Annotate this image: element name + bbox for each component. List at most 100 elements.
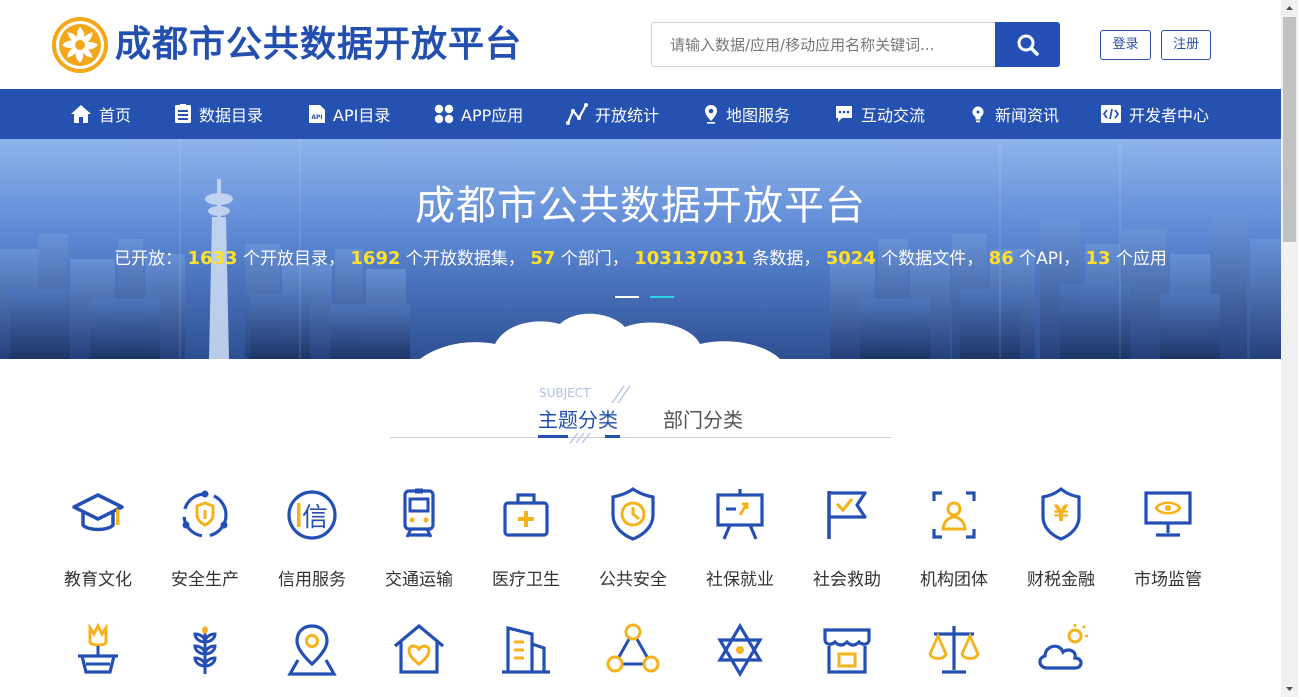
nav-item-label: 开发者中心 [1129, 106, 1210, 125]
nav-item-developer[interactable]: 开发者中心 [1100, 89, 1209, 139]
nav-item-interaction[interactable]: 互动交流 [834, 89, 925, 139]
flag-icon [827, 491, 867, 539]
yen-shield-icon: ¥ [1041, 487, 1081, 541]
stat-dataset-count: 1692 [350, 248, 401, 269]
stat-record-count: 103137031 [634, 248, 747, 269]
category-row2-item[interactable] [157, 622, 253, 678]
carousel-dot-2[interactable] [650, 296, 674, 298]
category-public-security[interactable]: 公共安全 [585, 487, 681, 590]
stat-suffix: 个开放目录， [243, 249, 345, 269]
slash-decoration-icon [611, 385, 631, 404]
presentation-board-icon [716, 489, 764, 540]
stats-prefix: 已开放： [114, 249, 183, 269]
category-row2-item[interactable] [799, 622, 895, 678]
category-credit-service[interactable]: 信 信用服务 [264, 487, 360, 590]
category-institutions-groups[interactable]: 机构团体 [906, 487, 1002, 590]
search-button[interactable] [995, 22, 1060, 67]
triangle-nodes-icon [606, 623, 660, 673]
banner-stats: 已开放： 1633 个开放目录， 1692 个开放数据集， 57 个部门， 10… [0, 244, 1281, 269]
category-row2-item[interactable] [692, 622, 788, 678]
vertical-scrollbar[interactable] [1281, 0, 1298, 697]
nav-item-label: API目录 [333, 106, 391, 125]
nav-item-label: 首页 [99, 106, 132, 125]
scroll-down-arrow-icon[interactable] [1281, 680, 1298, 697]
svg-text:¥: ¥ [1053, 502, 1069, 527]
category-row2-item[interactable] [50, 622, 146, 678]
monitor-eye-icon [1144, 491, 1192, 537]
stat-file-count: 5024 [825, 248, 876, 269]
category-work-safety[interactable]: 安全生产 [157, 487, 253, 590]
category-label: 医疗卫生 [492, 570, 560, 590]
search-input[interactable] [651, 22, 996, 67]
nav-item-home[interactable]: 首页 [70, 89, 131, 139]
login-button[interactable]: 登录 [1100, 30, 1151, 60]
carousel-dot-1[interactable] [615, 296, 639, 298]
nav-item-label: APP应用 [461, 106, 524, 125]
tab-active-indicator [538, 435, 568, 438]
stat-department-count: 57 [530, 248, 556, 269]
category-label: 社保就业 [706, 570, 774, 590]
wheat-icon [193, 626, 217, 674]
category-row2-item[interactable] [1013, 622, 1109, 678]
svg-text:API: API [311, 114, 322, 121]
tab-theme-category[interactable]: 主题分类 [538, 404, 618, 433]
stat-suffix: 个API， [1019, 249, 1081, 269]
logo-emblem-icon[interactable] [50, 15, 110, 75]
banner-title: 成都市公共数据开放平台 [415, 183, 866, 229]
map-pin-icon [705, 105, 717, 124]
category-row2-item[interactable] [906, 622, 1002, 678]
scroll-up-arrow-icon[interactable] [1281, 0, 1298, 17]
stat-suffix: 条数据， [752, 249, 821, 269]
svg-text:信: 信 [302, 503, 328, 533]
header: 成都市公共数据开放平台 登录 注册 [0, 0, 1281, 89]
category-label: 安全生产 [171, 570, 239, 590]
category-label: 机构团体 [920, 570, 988, 590]
logo-text[interactable]: 成都市公共数据开放平台 [115, 22, 522, 68]
tab-department-category[interactable]: 部门分类 [663, 404, 743, 433]
nav-item-label: 新闻资讯 [995, 106, 1060, 125]
nav-item-label: 地图服务 [726, 106, 791, 125]
category-transportation[interactable]: 交通运输 [371, 487, 467, 590]
nav-item-api-catalog[interactable]: API API目录 [308, 89, 390, 139]
chat-icon [836, 106, 852, 122]
category-medical-health[interactable]: 医疗卫生 [478, 487, 574, 590]
scales-icon [928, 626, 980, 674]
public-security-icon [611, 487, 655, 541]
nav-item-statistics[interactable]: 开放统计 [566, 89, 659, 139]
list-icon [175, 104, 191, 123]
apps-icon [434, 104, 454, 124]
category-row2-item[interactable] [264, 622, 360, 678]
category-finance-taxation[interactable]: ¥ 财税金融 [1013, 487, 1109, 590]
nav-item-data-catalog[interactable]: 数据目录 [174, 89, 263, 139]
nav-item-label: 互动交流 [861, 106, 926, 125]
category-label: 市场监管 [1134, 570, 1202, 590]
category-social-assistance[interactable]: 社会救助 [799, 487, 895, 590]
bulb-icon [972, 106, 984, 123]
stat-api-count: 86 [988, 248, 1014, 269]
building-icon [502, 625, 550, 674]
category-row2-item[interactable] [371, 622, 467, 678]
category-education-culture[interactable]: 教育文化 [50, 487, 146, 590]
shop-icon [823, 628, 871, 674]
category-market-supervision[interactable]: 市场监管 [1120, 487, 1216, 590]
nav-item-label: 开放统计 [595, 106, 660, 125]
nav-item-news[interactable]: 新闻资讯 [968, 89, 1059, 139]
category-label: 社会救助 [813, 570, 881, 590]
location-icon [287, 624, 337, 676]
stat-app-count: 13 [1085, 248, 1111, 269]
register-button[interactable]: 注册 [1161, 30, 1211, 60]
category-label: 公共安全 [599, 570, 667, 590]
credit-icon: 信 [287, 490, 337, 540]
category-row2-item[interactable] [478, 622, 574, 678]
main-nav: 首页 数据目录 API API目录 APP应用 开放统计 地图服务 互动交流 新 [0, 89, 1281, 139]
tab-active-indicator [605, 435, 620, 438]
nav-item-map[interactable]: 地图服务 [703, 89, 790, 139]
stat-suffix: 个应用 [1115, 249, 1167, 269]
stat-suffix: 个数据文件， [881, 249, 984, 269]
scrollbar-thumb[interactable] [1283, 17, 1296, 242]
star-of-david-icon [717, 622, 763, 678]
search-icon [1017, 34, 1039, 56]
nav-item-app[interactable]: APP应用 [434, 89, 523, 139]
category-social-security-employment[interactable]: 社保就业 [692, 487, 788, 590]
category-row2-item[interactable] [585, 622, 681, 678]
